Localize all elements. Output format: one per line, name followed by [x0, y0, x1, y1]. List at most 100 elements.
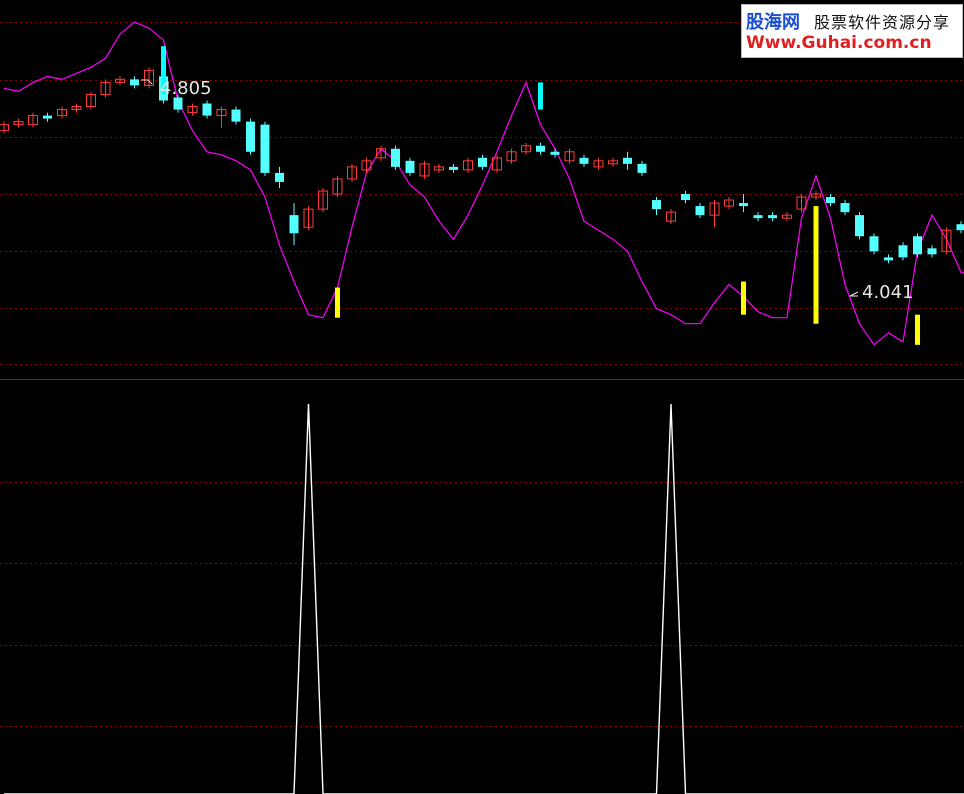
candle — [100, 79, 111, 98]
watermark-logo: 股海网 股票软件资源分享 Www.Guhai.com.cn — [741, 4, 963, 58]
candle — [536, 142, 545, 155]
candle — [434, 163, 444, 173]
candle — [361, 157, 372, 173]
candle — [811, 191, 821, 201]
candle-body — [405, 160, 415, 173]
signal-markers — [161, 46, 920, 345]
candle-body — [956, 224, 964, 231]
candle — [608, 157, 618, 167]
signal-marker-bar — [741, 281, 746, 315]
candle-body — [637, 163, 647, 173]
candle — [941, 227, 952, 255]
watermark-url: Www.Guhai.com.cn — [746, 33, 932, 53]
candle — [71, 103, 82, 113]
candle — [695, 203, 705, 219]
candle — [768, 212, 777, 222]
candle — [13, 118, 24, 128]
candle-body — [260, 124, 270, 173]
candle-body — [623, 157, 632, 164]
candle-body — [478, 157, 487, 167]
candle-body — [739, 203, 748, 207]
candle — [593, 157, 604, 170]
candle — [666, 209, 676, 225]
grid-lines — [0, 22, 964, 727]
signal-marker-bar — [335, 287, 340, 318]
candle-body — [927, 248, 937, 255]
candle — [564, 148, 575, 164]
candle — [289, 203, 299, 246]
candle — [884, 254, 893, 264]
candle — [840, 200, 850, 216]
candle — [318, 187, 328, 213]
candle-body — [173, 97, 183, 110]
candle — [275, 166, 284, 188]
candle-body — [695, 206, 705, 216]
watermark-site-name: 股海网 — [746, 12, 800, 33]
signal-panel — [4, 403, 964, 794]
candle — [86, 91, 96, 110]
candle — [187, 103, 198, 116]
candle — [405, 157, 415, 176]
candle — [246, 118, 255, 155]
candlesticks — [0, 67, 964, 264]
candle-body — [652, 200, 661, 210]
candle — [231, 106, 241, 125]
candle — [478, 154, 487, 170]
candle — [709, 200, 720, 228]
candle — [332, 175, 343, 198]
candle — [130, 76, 139, 89]
candle — [463, 157, 473, 173]
candle — [796, 194, 807, 213]
candle — [681, 191, 690, 204]
candle — [144, 67, 154, 89]
candle — [956, 221, 964, 234]
candle-body — [202, 103, 212, 116]
candle — [782, 212, 792, 222]
candle — [623, 151, 632, 170]
candle — [57, 106, 67, 119]
candle-body — [753, 215, 763, 219]
candle-body — [246, 121, 255, 152]
candle-body — [855, 215, 864, 237]
candle — [506, 148, 517, 164]
candle — [202, 100, 212, 119]
candle — [43, 112, 52, 122]
signal-marker-bar — [813, 206, 819, 324]
candle — [449, 163, 458, 173]
candle-body — [884, 257, 893, 261]
candle-body — [289, 215, 299, 234]
candle-body — [550, 151, 560, 155]
candle-body — [130, 79, 139, 86]
candle-body — [768, 215, 777, 219]
annotation-high: 4.805 — [160, 78, 212, 99]
candle — [652, 197, 661, 216]
candle — [913, 233, 922, 258]
candle-body — [898, 245, 908, 258]
candle-body — [681, 194, 690, 201]
annotation-low-arrow — [849, 291, 859, 297]
price-annotations: 4.805 4.041 — [141, 78, 914, 303]
candle-body — [869, 236, 879, 252]
candle — [927, 245, 937, 258]
candle-body — [840, 203, 850, 213]
candle — [855, 212, 864, 240]
watermark-tagline: 股票软件资源分享 — [814, 13, 951, 32]
candle — [637, 160, 647, 176]
candle — [419, 160, 430, 179]
candle — [826, 194, 835, 207]
candle-body — [391, 148, 400, 167]
candle — [260, 121, 270, 176]
candle — [303, 206, 314, 231]
candle-body — [913, 236, 922, 255]
signal-marker-bar — [915, 314, 920, 345]
signal-line — [4, 403, 964, 794]
candle-body — [579, 157, 589, 164]
candle-body — [275, 172, 284, 182]
candle — [739, 194, 748, 213]
candle — [28, 112, 38, 128]
candle — [579, 154, 589, 167]
candle — [724, 197, 734, 210]
candle-body — [536, 145, 545, 152]
candle-body — [43, 115, 52, 119]
candle — [347, 163, 357, 182]
